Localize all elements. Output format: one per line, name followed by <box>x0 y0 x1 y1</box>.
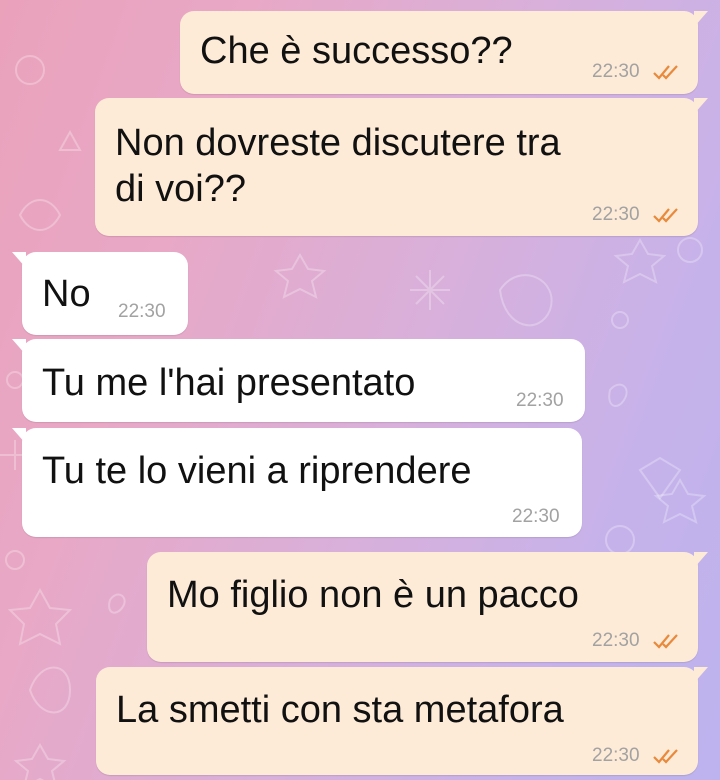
message-timestamp: 22:30 <box>592 204 640 225</box>
message-timestamp: 22:30 <box>592 745 640 766</box>
message-bubble-outgoing[interactable]: Mo figlio non è un pacco 22:30 <box>147 552 708 662</box>
message-text: La smetti con sta metafora <box>116 689 564 731</box>
double-check-icon <box>653 65 678 80</box>
message-text: Tu te lo vieni a riprendere <box>42 450 472 492</box>
message-bubble-incoming[interactable]: Tu me l'hai presentato 22:30 <box>12 339 585 422</box>
double-check-icon <box>653 634 678 649</box>
double-check-icon <box>653 749 678 764</box>
message-bubble-incoming[interactable]: Tu te lo vieni a riprendere 22:30 <box>12 428 582 537</box>
bubble-tail <box>12 428 26 444</box>
message-timestamp: 22:30 <box>118 301 166 322</box>
message-text: No <box>42 273 91 315</box>
message-text: Mo figlio non è un pacco <box>167 574 579 616</box>
message-text: Che è successo?? <box>200 30 513 72</box>
message-bubble-outgoing[interactable]: Non dovreste discutere tra di voi?? 22:3… <box>95 98 708 236</box>
bubble-tail <box>694 98 708 114</box>
message-timestamp: 22:30 <box>592 61 640 82</box>
bubble-tail <box>12 339 26 355</box>
message-bubble-outgoing[interactable]: Che è successo?? 22:30 <box>180 11 708 94</box>
message-bubble-incoming[interactable]: No 22:30 <box>12 252 188 335</box>
message-text: Non dovreste discutere tra di voi?? <box>115 122 561 210</box>
message-text: Tu me l'hai presentato <box>42 362 416 404</box>
message-timestamp: 22:30 <box>592 630 640 651</box>
bubble-tail <box>12 252 26 268</box>
message-timestamp: 22:30 <box>512 506 560 527</box>
bubble-tail <box>694 11 708 27</box>
bubble-tail <box>694 667 708 683</box>
message-timestamp: 22:30 <box>516 390 564 411</box>
message-bubble-outgoing[interactable]: La smetti con sta metafora 22:30 <box>96 667 708 775</box>
bubble-tail <box>694 552 708 568</box>
double-check-icon <box>653 208 678 223</box>
